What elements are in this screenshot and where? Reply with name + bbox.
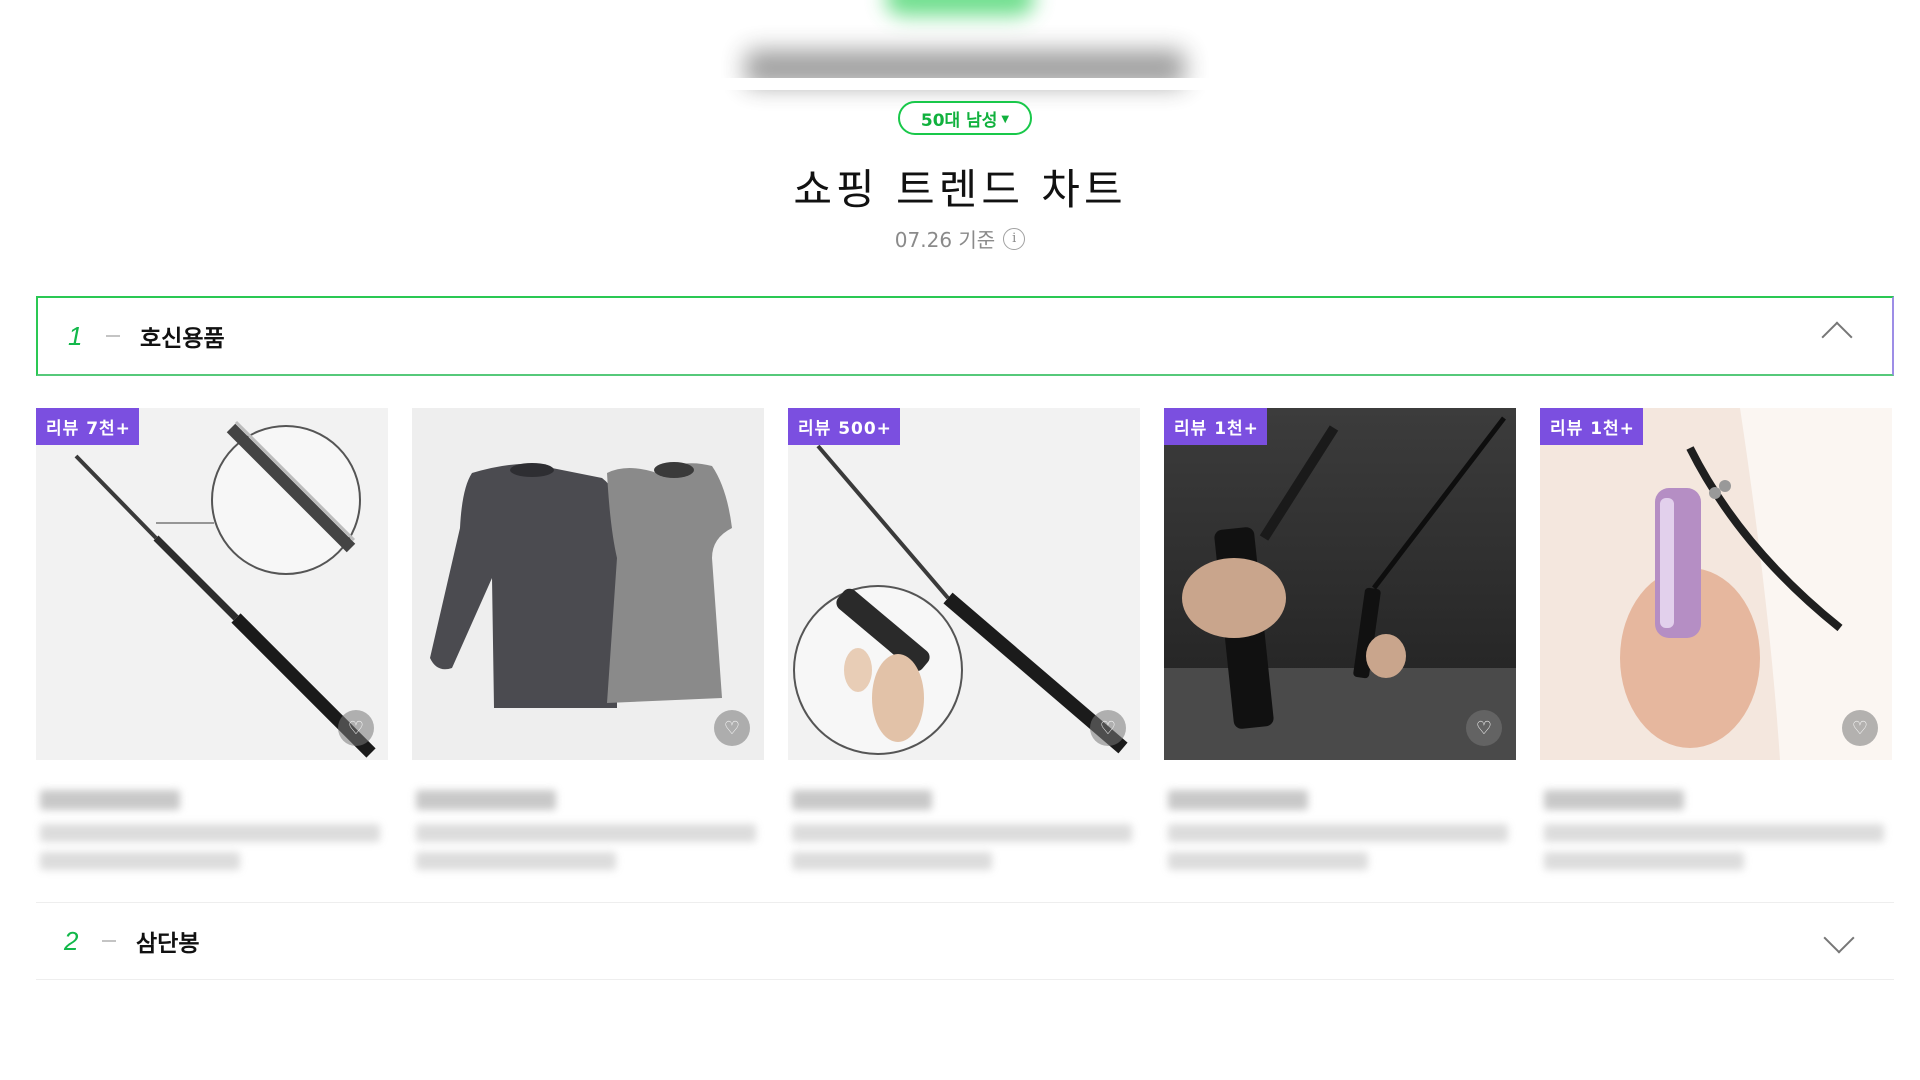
rank-keyword: 호신용품	[140, 326, 225, 352]
product-card[interactable]: 리뷰 1천+ ♡	[1164, 408, 1516, 870]
caret-down-icon: ▼	[1001, 113, 1010, 125]
blurred-product-title	[40, 790, 180, 810]
blurred-product-title	[792, 790, 932, 810]
reference-date: 07.26 기준 i	[0, 224, 1920, 253]
blurred-product-title	[1168, 790, 1308, 810]
review-badge: 리뷰 500+	[788, 408, 900, 445]
product-card[interactable]: 리뷰 1천+ ♡	[1540, 408, 1892, 870]
blurred-product-title	[1544, 790, 1684, 810]
age-gender-filter-button[interactable]: 50대 남성 ▼	[898, 101, 1032, 135]
product-image[interactable]: 리뷰 1천+ ♡	[1540, 408, 1892, 760]
filter-label: 50대 남성	[920, 110, 998, 131]
product-image[interactable]: 리뷰 500+ ♡	[788, 408, 1140, 760]
blurred-product-title	[416, 790, 556, 810]
product-image[interactable]: 리뷰 1천+ ♡	[1164, 408, 1516, 760]
shirt-vest-illustration	[430, 462, 732, 708]
rank-divider	[102, 940, 116, 942]
wishlist-heart-icon[interactable]: ♡	[1842, 710, 1878, 746]
review-badge: 리뷰 7천+	[36, 408, 139, 445]
rank-row-2[interactable]: 2 삼단봉	[36, 902, 1894, 980]
blurred-product-description	[792, 852, 992, 870]
chevron-down-icon[interactable]	[1823, 922, 1855, 954]
product-list: 리뷰 7천+ ♡ ♡ 리뷰 500+ ♡ 리뷰 1천+ ♡ 리뷰 1천+ ♡	[36, 408, 1894, 870]
blurred-header	[0, 0, 1920, 90]
rank-keyword: 삼단봉	[136, 931, 200, 957]
baton-illustration	[74, 420, 376, 758]
blurred-logo	[885, 0, 1035, 16]
wishlist-heart-icon[interactable]: ♡	[338, 710, 374, 746]
blurred-product-description	[1544, 852, 1744, 870]
baton-in-hand-illustration	[1164, 408, 1516, 760]
product-image[interactable]: 리뷰 7천+ ♡	[36, 408, 388, 760]
spray-keychain-illustration	[1540, 408, 1892, 760]
review-badge: 리뷰 1천+	[1164, 408, 1267, 445]
blurred-product-description	[416, 852, 616, 870]
product-image[interactable]: ♡	[412, 408, 764, 760]
blurred-product-description	[792, 824, 1132, 842]
review-badge: 리뷰 1천+	[1540, 408, 1643, 445]
blurred-product-description	[40, 852, 240, 870]
rank-number: 1	[68, 320, 83, 351]
baton-with-hand-illustration	[793, 444, 1128, 755]
product-card[interactable]: 리뷰 7천+ ♡	[36, 408, 388, 870]
rank-row-1[interactable]: 1 호신용품	[36, 296, 1894, 376]
blurred-product-description	[1168, 824, 1508, 842]
chevron-up-icon[interactable]	[1821, 321, 1853, 353]
blurred-product-description	[1168, 852, 1368, 870]
info-icon[interactable]: i	[1003, 227, 1026, 250]
product-card[interactable]: ♡	[412, 408, 764, 870]
wishlist-heart-icon[interactable]: ♡	[1466, 710, 1502, 746]
blurred-product-description	[416, 824, 756, 842]
wishlist-heart-icon[interactable]: ♡	[1090, 710, 1126, 746]
product-card[interactable]: 리뷰 500+ ♡	[788, 408, 1140, 870]
wishlist-heart-icon[interactable]: ♡	[714, 710, 750, 746]
rank-number: 2	[64, 925, 79, 956]
blurred-product-description	[1544, 824, 1884, 842]
date-label: 07.26 기준	[894, 228, 996, 252]
page-title: 쇼핑 트렌드 차트	[793, 165, 1127, 214]
blurred-product-description	[40, 824, 380, 842]
rank-divider	[106, 335, 120, 337]
